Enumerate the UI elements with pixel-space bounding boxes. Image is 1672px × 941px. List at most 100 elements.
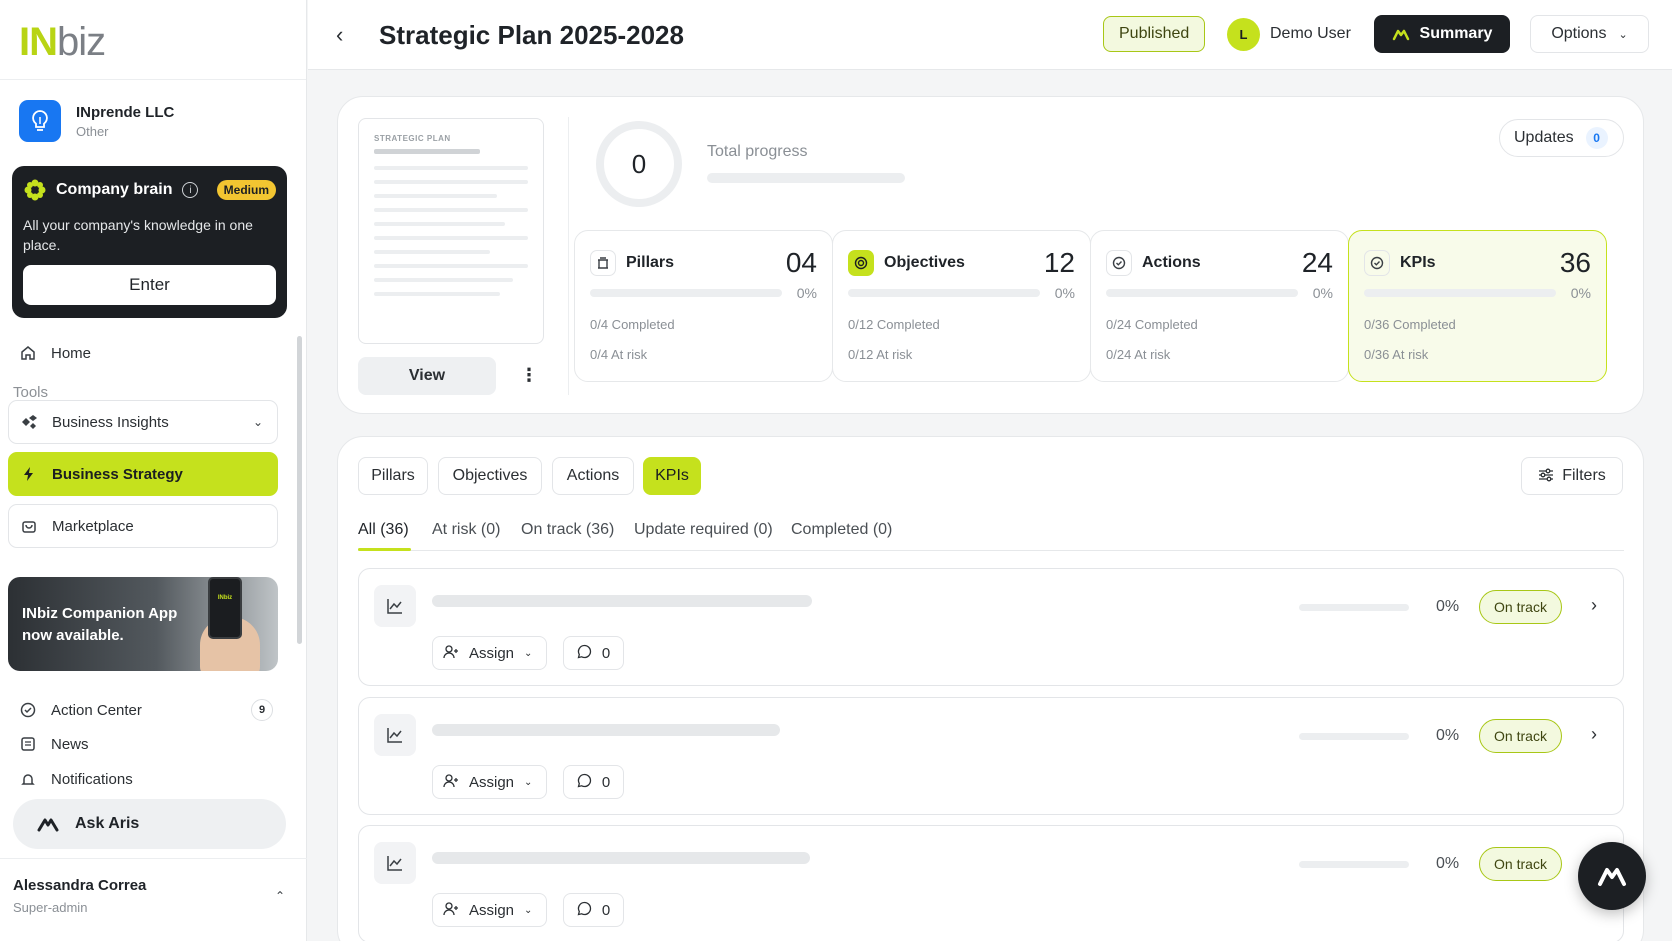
kpi-percent: 0%: [1436, 598, 1460, 615]
filters-button[interactable]: Filters: [1521, 457, 1623, 495]
nav-business-strategy[interactable]: Business Strategy: [8, 452, 278, 496]
kpi-row[interactable]: 0% On track Assign ⌄ 0: [358, 825, 1624, 941]
subtab-update-required[interactable]: Update required (0): [634, 521, 773, 539]
info-icon[interactable]: i: [182, 182, 199, 198]
stat-percent: 0%: [1054, 285, 1075, 301]
doc-line: [374, 208, 528, 212]
kpi-row[interactable]: 0% On track › Assign ⌄ 0: [358, 697, 1624, 815]
nav-news[interactable]: News: [19, 735, 273, 753]
stat-progress-bar: [848, 289, 1040, 297]
logo-in: IN: [19, 20, 58, 64]
doc-line: [374, 222, 505, 226]
aris-chat-fab[interactable]: [1578, 842, 1646, 910]
nav-notifications[interactable]: Notifications: [19, 771, 273, 788]
stat-at-risk: 0/4 At risk: [590, 347, 648, 362]
lightbulb-icon: [19, 100, 61, 142]
stat-progress-bar: [1106, 289, 1298, 297]
company-name: INprende LLC: [76, 103, 175, 121]
nav-marketplace-label: Marketplace: [52, 517, 134, 535]
view-plan-button[interactable]: View: [358, 357, 496, 395]
segment-actions[interactable]: Actions: [552, 457, 634, 495]
comment-icon: [577, 773, 592, 792]
stat-completed: 0/36 Completed: [1364, 317, 1456, 332]
segment-objectives[interactable]: Objectives: [438, 457, 542, 495]
nav-marketplace[interactable]: Marketplace: [8, 504, 278, 548]
subtab-at-risk[interactable]: At risk (0): [432, 521, 500, 539]
updates-button[interactable]: Updates 0: [1499, 119, 1624, 157]
company-switcher[interactable]: INprende LLC Other: [19, 100, 174, 142]
comments-button[interactable]: 0: [563, 893, 624, 927]
inbiz-logo[interactable]: INbiz: [0, 0, 306, 80]
comment-icon: [577, 644, 592, 663]
more-vertical-icon[interactable]: ⋮: [520, 365, 538, 386]
stat-name: Objectives: [884, 254, 965, 271]
assign-label: Assign: [469, 644, 515, 662]
segment-kpis[interactable]: KPIs: [643, 457, 701, 495]
company-brain-card: Company brain i Medium All your company'…: [12, 166, 287, 318]
nav-business-insights[interactable]: Business Insights ⌄: [8, 400, 278, 444]
kpi-row[interactable]: 0% On track › Assign ⌄ 0: [358, 568, 1624, 686]
stat-percent: 0%: [1312, 285, 1333, 301]
nav-home[interactable]: Home: [19, 344, 91, 362]
assign-button[interactable]: Assign ⌄: [432, 893, 547, 927]
ask-aris-button[interactable]: Ask Aris: [13, 799, 286, 849]
sliders-icon: [1538, 468, 1554, 485]
kpi-title-placeholder: [432, 724, 780, 736]
total-progress-ring: 0: [596, 121, 682, 207]
stat-name: Pillars: [626, 254, 675, 271]
total-progress-bar: [707, 173, 905, 183]
aris-icon: [37, 818, 59, 832]
add-user-icon: [443, 644, 459, 662]
stat-card-actions[interactable]: Actions 24 0% 0/24 Completed 0/24 At ris…: [1090, 230, 1349, 382]
strategy-bolt-icon: [20, 465, 38, 483]
options-dropdown[interactable]: Options ⌄: [1530, 15, 1649, 53]
nav-business-insights-label: Business Insights: [52, 413, 169, 431]
top-header: ‹ Strategic Plan 2025-2028 Published L D…: [308, 0, 1672, 70]
published-status-badge[interactable]: Published: [1103, 16, 1206, 52]
kpi-progress-bar: [1299, 861, 1409, 868]
kpi-progress-bar: [1299, 733, 1409, 740]
phone-logo-text: INbiz: [217, 595, 233, 601]
companion-app-promo[interactable]: INbiz Companion App now available. INbiz: [8, 577, 278, 671]
ask-aris-label: Ask Aris: [75, 815, 140, 832]
comments-button[interactable]: 0: [563, 636, 624, 670]
brain-enter-button[interactable]: Enter: [23, 265, 276, 305]
avatar[interactable]: L: [1227, 18, 1260, 51]
nav-action-center[interactable]: Action Center 9: [19, 699, 273, 721]
comments-button[interactable]: 0: [563, 765, 624, 799]
summary-button[interactable]: Summary: [1374, 15, 1510, 53]
kpi-percent: 0%: [1436, 727, 1460, 744]
assign-button[interactable]: Assign ⌄: [432, 765, 547, 799]
nav-business-strategy-label: Business Strategy: [52, 465, 183, 483]
user-role: Super-admin: [13, 900, 88, 915]
pillar-icon: [590, 250, 616, 276]
home-icon: [19, 344, 37, 362]
chevron-right-icon[interactable]: ›: [1591, 724, 1597, 745]
nav-action-center-label: Action Center: [51, 701, 142, 719]
check-circle-icon: [1364, 250, 1390, 276]
sidebar-scrollbar[interactable]: [297, 336, 302, 644]
stat-card-kpis[interactable]: KPIs 36 0% 0/36 Completed 0/36 At risk: [1348, 230, 1607, 382]
segment-pillars[interactable]: Pillars: [358, 457, 428, 495]
chevron-down-icon: ⌄: [524, 776, 533, 788]
stat-card-objectives[interactable]: Objectives 12 0% 0/12 Completed 0/12 At …: [832, 230, 1091, 382]
total-progress-label: Total progress: [707, 143, 808, 160]
assign-button[interactable]: Assign ⌄: [432, 636, 547, 670]
assign-label: Assign: [469, 773, 515, 791]
plan-document-thumbnail[interactable]: STRATEGIC PLAN: [358, 118, 544, 344]
check-circle-icon: [1106, 250, 1132, 276]
back-arrow-icon[interactable]: ‹: [336, 22, 343, 48]
divider: [568, 117, 569, 395]
user-profile[interactable]: Alessandra Correa Super-admin ⌃: [0, 858, 307, 941]
comment-count: 0: [601, 901, 611, 919]
stat-name: KPIs: [1400, 254, 1436, 271]
subtab-completed[interactable]: Completed (0): [791, 521, 892, 539]
stat-count: 12: [1043, 247, 1075, 278]
header-user-name[interactable]: Demo User: [1270, 25, 1351, 43]
subtab-all[interactable]: All (36): [358, 521, 409, 539]
subtab-on-track[interactable]: On track (36): [521, 521, 614, 539]
brain-flower-icon: [24, 179, 46, 201]
stat-card-pillars[interactable]: Pillars 04 0% 0/4 Completed 0/4 At risk: [574, 230, 833, 382]
stat-at-risk: 0/36 At risk: [1364, 347, 1429, 362]
chevron-right-icon[interactable]: ›: [1591, 595, 1597, 616]
